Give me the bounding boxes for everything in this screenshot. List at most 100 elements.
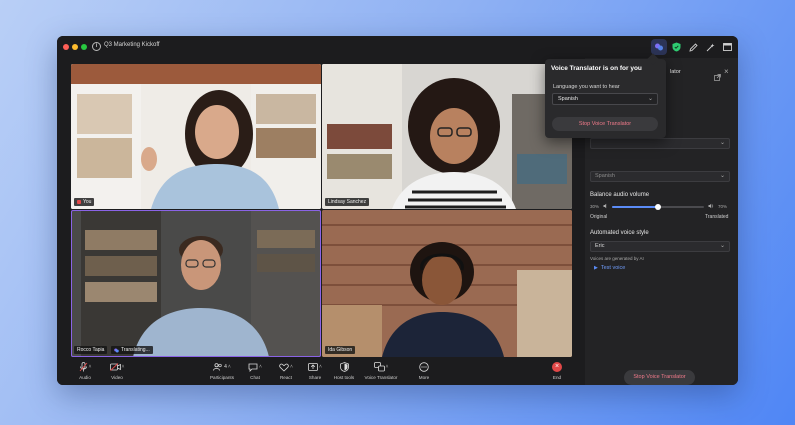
caret-down-icon: ˄ [290, 364, 293, 370]
meeting-window: i Q3 Marketing Kickoff You Lindsay Sanch… [57, 36, 738, 385]
translated-label: Translated [705, 214, 729, 220]
share-screen-icon [308, 362, 318, 371]
participant-name-tag: Lindsay Sanchez [325, 198, 370, 206]
voice-translator-label: Voice Translator [364, 375, 398, 380]
panel-stop-voice-translator-button[interactable]: Stop Voice Translator [624, 370, 695, 385]
people-icon [213, 363, 222, 371]
close-window-button[interactable] [63, 44, 69, 50]
close-icon: × [724, 67, 729, 76]
heart-icon [279, 363, 289, 372]
info-icon[interactable]: i [92, 42, 101, 51]
popout-icon [714, 74, 721, 81]
host-shield-icon [339, 362, 349, 372]
voice-translator-button[interactable]: ˄ Voice Translator [364, 361, 398, 380]
microphone-icon [79, 362, 87, 372]
balance-slider[interactable] [612, 204, 704, 210]
video-tile-ida-gibson[interactable]: Ida Gibson [322, 210, 572, 357]
more-button[interactable]: More [407, 361, 441, 380]
translate-icon [655, 43, 663, 51]
spoken-language-value: Spanish [595, 173, 615, 179]
voice-translator-popover: Voice Translator is on for you Language … [545, 53, 666, 138]
language-label: Language you want to hear [553, 84, 620, 90]
participants-button[interactable]: 4 ˄ Participants [205, 361, 239, 380]
popover-stop-voice-translator-button[interactable]: Stop Voice Translator [552, 117, 658, 131]
participants-count: 4 [224, 364, 227, 370]
more-dots-icon [419, 362, 429, 372]
video-tile-rocco-tapia[interactable]: Rocco Tapia Translating... [71, 210, 321, 357]
translating-status-badge: Translating... [111, 346, 153, 354]
speaker-muted-icon [603, 203, 607, 209]
spoken-language-select[interactable]: Spanish ⌄ [590, 171, 730, 182]
video-tile-you[interactable]: You [71, 64, 321, 209]
participant-video-frame [322, 210, 572, 357]
maximize-window-button[interactable] [81, 44, 87, 50]
voice-translator-toggle-button[interactable] [651, 39, 667, 55]
chevron-down-icon: ⌄ [719, 140, 725, 146]
balance-audio-label: Balance audio volume [590, 192, 650, 198]
sparkle-wand-icon [706, 43, 714, 51]
more-label: More [418, 375, 430, 380]
participant-name: Rocco Tapia [77, 347, 105, 353]
popout-button[interactable] [714, 68, 721, 86]
original-percent: 30% [590, 204, 600, 209]
panel-title: lator [670, 69, 681, 75]
shield-icon [672, 42, 680, 52]
end-label: End [552, 375, 562, 380]
participant-name-tag: You [74, 198, 95, 206]
voice-translator-icon [373, 362, 385, 372]
annotate-button[interactable] [686, 40, 700, 54]
video-label: Video [111, 375, 123, 380]
participant-name-tag: Rocco Tapia [74, 346, 108, 354]
chevron-down-icon: ⌄ [647, 96, 653, 102]
participants-label: Participants [209, 375, 234, 380]
close-panel-button[interactable]: × [724, 67, 729, 76]
translate-icon [114, 348, 119, 352]
balance-slider-thumb[interactable] [655, 204, 661, 210]
audio-label: Audio [79, 375, 91, 380]
end-call-icon: × [552, 362, 562, 372]
participant-video-frame [322, 64, 572, 209]
participant-name: Lindsay Sanchez [328, 199, 367, 205]
language-select[interactable]: Spanish ⌄ [552, 93, 658, 105]
play-icon: ▶ [594, 265, 598, 271]
caret-down-icon: ˄ [319, 364, 322, 370]
chat-button[interactable]: ˄ Chat [238, 361, 272, 380]
translated-percent: 70% [718, 204, 728, 209]
voice-style-select[interactable]: Eric ⌄ [590, 241, 730, 252]
participant-name-tag: Ida Gibson [325, 346, 356, 354]
translating-status: Translating... [121, 347, 150, 353]
caret-down-icon: ˄ [121, 364, 125, 370]
effects-button[interactable] [703, 40, 717, 54]
meeting-toolbar: ˄ Audio ˄ Video 4˄ Participants ˄ Chat [57, 358, 585, 385]
voice-style-value: Eric [595, 243, 605, 249]
window-layout-icon [722, 43, 732, 51]
security-shield-button[interactable] [669, 40, 683, 54]
title-bar: i Q3 Marketing Kickoff [57, 36, 738, 58]
chevron-down-icon: ⌄ [719, 173, 725, 179]
host-tools-label: Host tools [333, 375, 355, 380]
test-voice-button[interactable]: ▶ Test voice [594, 265, 625, 271]
hidden-language-select[interactable]: ⌄ [590, 138, 730, 149]
caret-down-icon: ˄ [227, 364, 231, 370]
share-label: Share [308, 375, 322, 380]
test-voice-label: Test voice [600, 265, 626, 271]
end-meeting-button[interactable]: × End [540, 361, 574, 380]
minimize-window-button[interactable] [72, 44, 78, 50]
layout-button[interactable] [720, 40, 734, 54]
audio-button[interactable]: ˄ Audio [68, 361, 102, 380]
pen-icon [688, 42, 698, 52]
video-tile-lindsay-sanchez[interactable]: Lindsay Sanchez [322, 64, 572, 209]
chat-label: Chat [250, 375, 260, 380]
participant-name: Ida Gibson [328, 347, 353, 353]
participant-video-frame [71, 64, 321, 209]
voice-style-label: Automated voice style [590, 230, 649, 236]
muted-mic-icon [77, 200, 81, 204]
caret-down-icon: ˄ [259, 364, 262, 370]
chat-bubble-icon [248, 363, 258, 372]
video-button[interactable]: ˄ Video [100, 361, 134, 380]
balance-slider-fill [612, 206, 658, 208]
participant-name: You [83, 199, 92, 205]
participant-video-frame [71, 210, 321, 357]
chevron-down-icon: ⌄ [719, 243, 725, 249]
host-tools-button[interactable]: Host tools [327, 361, 361, 380]
